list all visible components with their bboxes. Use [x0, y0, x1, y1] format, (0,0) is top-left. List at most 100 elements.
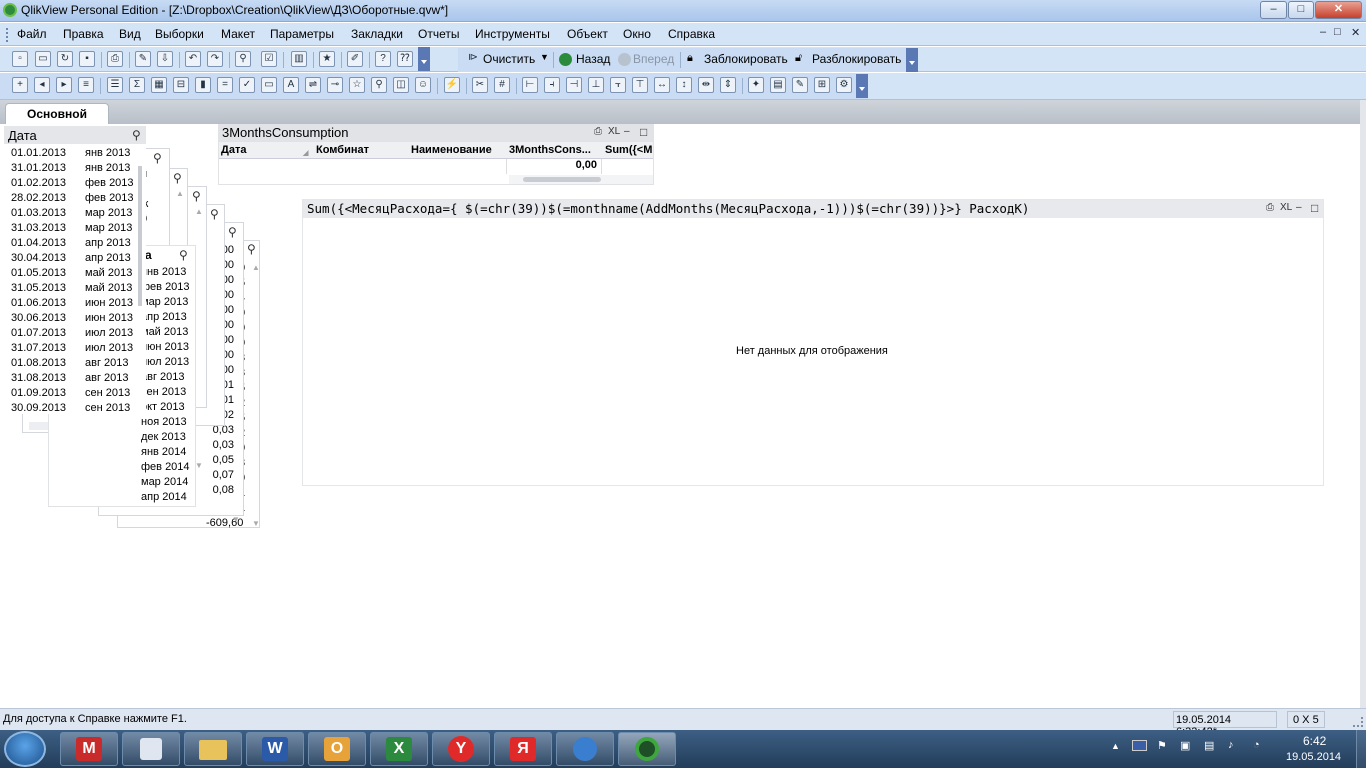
scroll-up-arrow-icon[interactable]: ▲: [195, 207, 203, 216]
new-chart-icon[interactable]: ▮: [195, 77, 211, 93]
send-to-excel-icon[interactable]: XL: [1280, 202, 1292, 213]
format-painter-icon[interactable]: ✂: [472, 77, 488, 93]
list-item[interactable]: мар 2014: [141, 475, 191, 490]
device-icon[interactable]: ▣: [1180, 739, 1190, 752]
list-item[interactable]: окт 2013: [141, 400, 191, 415]
search-icon[interactable]: ⚲: [153, 152, 165, 164]
tray-expand-icon[interactable]: ▲: [1111, 741, 1120, 751]
show-desktop-button[interactable]: [1356, 730, 1366, 768]
list-item[interactable]: июл 2013: [141, 355, 191, 370]
menu-grip[interactable]: [6, 28, 10, 42]
open-folder-icon[interactable]: ▭: [35, 51, 51, 67]
list-item[interactable]: 31.01.2013 янв 2013: [11, 161, 136, 176]
print-icon[interactable]: ⎙: [1266, 202, 1274, 213]
mdi-restore-button[interactable]: □: [1334, 26, 1341, 38]
document-properties-icon[interactable]: ▤: [770, 77, 786, 93]
lock-button[interactable]: Заблокировать: [704, 52, 788, 66]
demote-sheet-icon[interactable]: ▸: [56, 77, 72, 93]
unlock-button[interactable]: Разблокировать: [812, 52, 901, 66]
search-icon[interactable]: ⚲: [247, 243, 259, 255]
horizontal-scrollbar[interactable]: [509, 175, 653, 184]
list-item[interactable]: 31.05.2013 май 2013: [11, 281, 136, 296]
new-text-object-icon[interactable]: A: [283, 77, 299, 93]
scroll-up-arrow-icon[interactable]: ▲: [252, 263, 260, 272]
align-right-icon[interactable]: ⊣: [566, 77, 582, 93]
column-header-name[interactable]: Наименование: [411, 144, 492, 156]
power-icon[interactable]: ▤: [1204, 739, 1214, 752]
search-icon[interactable]: ⚲: [173, 172, 185, 184]
list-item[interactable]: 0,05: [202, 453, 234, 468]
minimize-icon[interactable]: –: [1296, 202, 1302, 213]
design-grid-icon[interactable]: ✐: [347, 51, 363, 67]
taskbar-app-excel[interactable]: X: [370, 732, 428, 766]
maximize-button[interactable]: □: [1288, 1, 1314, 19]
chart-object[interactable]: Sum({<МесяцРасхода={ $(=chr(39))$(=month…: [302, 199, 1324, 486]
new-document-icon[interactable]: ▫: [12, 51, 28, 67]
list-item[interactable]: дек 2013: [141, 430, 191, 445]
search-icon[interactable]: ⚲: [235, 51, 251, 67]
toolbar-options-grip[interactable]: [856, 74, 868, 98]
select-fields-icon[interactable]: ☑: [261, 51, 277, 67]
action-center-flag-icon[interactable]: ⚑: [1157, 739, 1167, 752]
scroll-down-arrow-icon[interactable]: ▼: [232, 515, 240, 524]
menu-view[interactable]: Вид: [119, 27, 141, 41]
list-item[interactable]: 01.08.2013 авг 2013: [11, 356, 136, 371]
volume-icon[interactable]: ♪: [1228, 739, 1234, 751]
menu-bookmarks[interactable]: Закладки: [351, 27, 403, 41]
taskbar-app-yandex-browser[interactable]: Y: [432, 732, 490, 766]
space-horizontal-icon[interactable]: ↔: [654, 77, 670, 93]
search-icon[interactable]: ⚲: [192, 190, 204, 202]
copy-format-icon[interactable]: ✦: [748, 77, 764, 93]
list-item[interactable]: 0,08: [202, 483, 234, 498]
menu-settings[interactable]: Параметры: [270, 27, 334, 41]
list-item[interactable]: апр 2013: [141, 310, 191, 325]
list-item[interactable]: 30.04.2013 апр 2013: [11, 251, 136, 266]
minimize-icon[interactable]: –: [624, 126, 630, 137]
list-item[interactable]: 30.09.2013 сен 2013: [11, 401, 136, 416]
menu-reports[interactable]: Отчеты: [418, 27, 459, 41]
list-item[interactable]: 0,07: [202, 468, 234, 483]
mdi-minimize-button[interactable]: –: [1320, 26, 1326, 38]
align-middle-icon[interactable]: ⫟: [610, 77, 626, 93]
new-listbox-icon[interactable]: ☰: [107, 77, 123, 93]
new-statistics-box-icon[interactable]: Σ: [129, 77, 145, 93]
column-header-sum[interactable]: Sum({<M: [605, 144, 652, 156]
sheet-vertical-scrollbar[interactable]: [1360, 100, 1366, 708]
same-width-icon[interactable]: ⇹: [698, 77, 714, 93]
list-item[interactable]: 31.07.2013 июл 2013: [11, 341, 136, 356]
same-height-icon[interactable]: ⇕: [720, 77, 736, 93]
toolbar-options-grip[interactable]: [418, 47, 430, 71]
list-item[interactable]: апр 2014: [141, 490, 191, 505]
taskbar-app-yandex[interactable]: Я: [494, 732, 552, 766]
close-button[interactable]: ✕: [1315, 1, 1362, 19]
minimize-button[interactable]: –: [1260, 1, 1287, 19]
list-item[interactable]: сен 2013: [141, 385, 191, 400]
new-button-icon[interactable]: ▭: [261, 77, 277, 93]
list-item[interactable]: 31.03.2013 мар 2013: [11, 221, 136, 236]
taskbar-app-media[interactable]: [556, 732, 614, 766]
listbox-scrollbar-thumb[interactable]: [138, 166, 142, 306]
menu-tools[interactable]: Инструменты: [475, 27, 550, 41]
taskbar-app-outlook[interactable]: O: [308, 732, 366, 766]
list-item[interactable]: 01.03.2013 мар 2013: [11, 206, 136, 221]
menu-window[interactable]: Окно: [623, 27, 651, 41]
new-line-arrow-icon[interactable]: ⇌: [305, 77, 321, 93]
mdi-close-button[interactable]: ✕: [1351, 26, 1360, 39]
align-top-icon[interactable]: ⊤: [632, 77, 648, 93]
search-icon[interactable]: ⚲: [132, 129, 144, 141]
menu-file[interactable]: Файл: [17, 27, 47, 41]
scrollbar-thumb[interactable]: [523, 177, 601, 182]
align-bottom-icon[interactable]: ⊥: [588, 77, 604, 93]
list-item[interactable]: авг 2013: [141, 370, 191, 385]
new-multibox-icon[interactable]: ⊟: [173, 77, 189, 93]
list-item[interactable]: 30.06.2013 июн 2013: [11, 311, 136, 326]
table-viewer-icon[interactable]: ⊞: [814, 77, 830, 93]
listbox-date[interactable]: Дата ⚲ 01.01.2013 янв 2013 31.01.2013 янв 2…: [4, 126, 146, 414]
new-chart-icon[interactable]: ▥: [291, 51, 307, 67]
resize-grip-icon[interactable]: [1353, 717, 1363, 727]
maximize-icon[interactable]: □: [1311, 201, 1318, 215]
column-header-date[interactable]: Дата: [221, 144, 246, 156]
language-flag-icon[interactable]: [1132, 740, 1147, 751]
new-slider-icon[interactable]: ⊸: [327, 77, 343, 93]
new-bookmark-object-icon[interactable]: ☆: [349, 77, 365, 93]
